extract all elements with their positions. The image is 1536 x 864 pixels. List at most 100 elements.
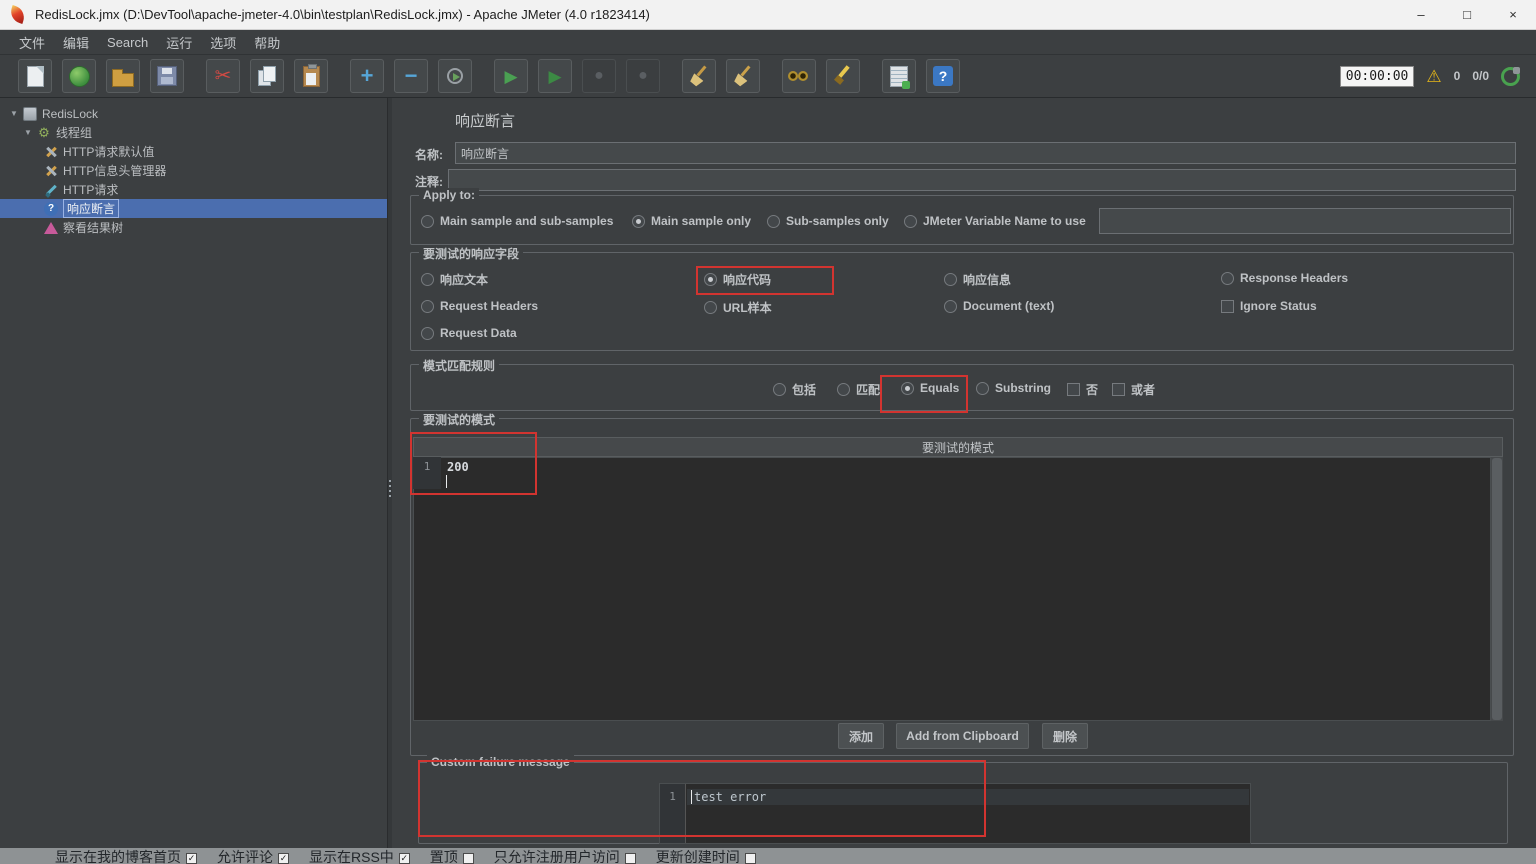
tree-label: HTTP信息头管理器 (63, 164, 167, 178)
tree-node-thread-group[interactable]: ▼ ⚙ 线程组 (0, 123, 387, 142)
collapse-all-button[interactable]: − (394, 59, 428, 93)
start-button[interactable]: ▶ (494, 59, 528, 93)
maximize-button[interactable]: □ (1444, 0, 1490, 30)
checkbox-icon[interactable] (624, 853, 636, 864)
templates-button[interactable] (62, 59, 96, 93)
menu-options[interactable]: 选项 (201, 33, 245, 52)
bg-option-pin-top[interactable]: 置顶 (430, 848, 474, 864)
patterns-scrollbar[interactable] (1491, 457, 1503, 721)
checkbox-icon[interactable] (398, 853, 410, 864)
minimize-button[interactable]: – (1398, 0, 1444, 30)
editor-line-number: 1 (660, 784, 686, 843)
radio-contains[interactable]: 包括 (773, 381, 816, 398)
radio-icon (421, 299, 434, 313)
log-warning-icon[interactable]: ⚠ (1426, 68, 1441, 85)
pattern-row-value[interactable]: 200 (447, 460, 469, 474)
config-tools-icon (44, 164, 58, 178)
tree-node-http-defaults[interactable]: HTTP请求默认值 (0, 142, 387, 161)
expand-arrow-icon[interactable]: ▼ (24, 128, 37, 137)
cut-button[interactable]: ✂ (206, 59, 240, 93)
clear-all-icon (732, 65, 754, 87)
radio-equals[interactable]: Equals (901, 381, 959, 395)
tree-node-response-assertion[interactable]: ? 响应断言 (0, 199, 387, 218)
checkbox-not[interactable]: 否 (1067, 381, 1098, 398)
radio-request-data[interactable]: Request Data (421, 326, 517, 340)
start-no-pauses-button[interactable]: ▶ (538, 59, 572, 93)
bg-option-update-created-time[interactable]: 更新创建时间 (656, 848, 756, 864)
custom-failure-legend: Custom failure message (427, 755, 574, 769)
thread-group-icon: ⚙ (38, 124, 50, 140)
shutdown-icon: ● (638, 67, 648, 84)
menu-file[interactable]: 文件 (10, 33, 54, 52)
help-icon: ? (933, 66, 953, 86)
tree-node-view-results-tree[interactable]: 察看结果树 (0, 218, 387, 237)
paste-button[interactable] (294, 59, 328, 93)
radio-document-text[interactable]: Document (text) (944, 299, 1054, 313)
bg-option-allow-comments[interactable]: 允许评论 (217, 848, 289, 864)
radio-response-code[interactable]: 响应代码 (704, 271, 771, 288)
radio-main-sample-and-subsamples[interactable]: Main sample and sub-samples (421, 214, 613, 228)
radio-response-message[interactable]: 响应信息 (944, 271, 1011, 288)
new-file-button[interactable] (18, 59, 52, 93)
add-pattern-button[interactable]: 添加 (838, 723, 884, 749)
radio-url-sample[interactable]: URL样本 (704, 299, 772, 316)
radio-request-headers[interactable]: Request Headers (421, 299, 538, 313)
tree-node-http-request[interactable]: HTTP请求 (0, 180, 387, 199)
checkbox-ignore-status[interactable]: Ignore Status (1221, 299, 1317, 313)
radio-selected-icon (632, 214, 645, 228)
shutdown-button[interactable]: ● (626, 59, 660, 93)
stop-button[interactable]: ● (582, 59, 616, 93)
radio-response-text[interactable]: 响应文本 (421, 271, 488, 288)
radio-sub-samples-only[interactable]: Sub-samples only (767, 214, 889, 228)
toggle-button[interactable] (438, 59, 472, 93)
radio-substring[interactable]: Substring (976, 381, 1051, 395)
expand-all-button[interactable]: + (350, 59, 384, 93)
custom-failure-editor[interactable]: 1 test error (659, 783, 1251, 844)
copy-icon (257, 66, 277, 86)
checkbox-icon[interactable] (278, 853, 289, 864)
clear-button[interactable] (682, 59, 716, 93)
add-from-clipboard-button[interactable]: Add from Clipboard (896, 723, 1029, 749)
checkbox-or[interactable]: 或者 (1112, 381, 1155, 398)
open-file-button[interactable] (106, 59, 140, 93)
radio-icon (837, 383, 850, 396)
radio-selected-icon (901, 381, 914, 395)
jmeter-variable-input[interactable] (1099, 208, 1511, 234)
radio-matches[interactable]: 匹配 (837, 381, 880, 398)
bg-option-show-on-homepage[interactable]: 显示在我的博客首页 (55, 848, 197, 864)
patterns-table-body[interactable] (413, 457, 1491, 721)
search-reset-button[interactable] (826, 59, 860, 93)
menu-run[interactable]: 运行 (157, 33, 201, 52)
expand-arrow-icon[interactable]: ▼ (10, 109, 23, 118)
patterns-scrollbar-thumb[interactable] (1492, 458, 1502, 720)
menu-help[interactable]: 帮助 (245, 33, 289, 52)
radio-jmeter-variable[interactable]: JMeter Variable Name to use (904, 214, 1086, 228)
radio-label: Equals (920, 381, 960, 395)
clear-all-button[interactable] (726, 59, 760, 93)
apply-to-legend: Apply to: (419, 188, 479, 202)
checkbox-icon[interactable] (744, 853, 756, 864)
copy-button[interactable] (250, 59, 284, 93)
menu-edit[interactable]: 编辑 (54, 33, 98, 52)
comment-input[interactable] (448, 169, 1516, 191)
delete-pattern-button[interactable]: 删除 (1042, 723, 1088, 749)
checkbox-icon[interactable] (186, 853, 197, 864)
tree-node-header-manager[interactable]: HTTP信息头管理器 (0, 161, 387, 180)
checkbox-icon (1112, 383, 1125, 396)
search-button[interactable] (782, 59, 816, 93)
menu-search[interactable]: Search (98, 35, 157, 50)
checkbox-icon[interactable] (462, 853, 474, 864)
radio-response-headers[interactable]: Response Headers (1221, 271, 1348, 285)
bg-option-show-in-rss[interactable]: 显示在RSS中 (309, 848, 410, 864)
close-button[interactable]: × (1490, 0, 1536, 30)
bg-option-registered-users-only[interactable]: 只允许注册用户访问 (494, 848, 636, 864)
custom-failure-text[interactable]: test error (694, 790, 766, 804)
function-helper-button[interactable] (882, 59, 916, 93)
save-button[interactable] (150, 59, 184, 93)
radio-icon (421, 326, 434, 340)
tree-node-test-plan[interactable]: ▼ RedisLock (0, 104, 387, 123)
help-button[interactable]: ? (926, 59, 960, 93)
listener-icon (44, 222, 58, 234)
name-input[interactable] (455, 142, 1516, 164)
radio-main-sample-only[interactable]: Main sample only (632, 214, 751, 228)
